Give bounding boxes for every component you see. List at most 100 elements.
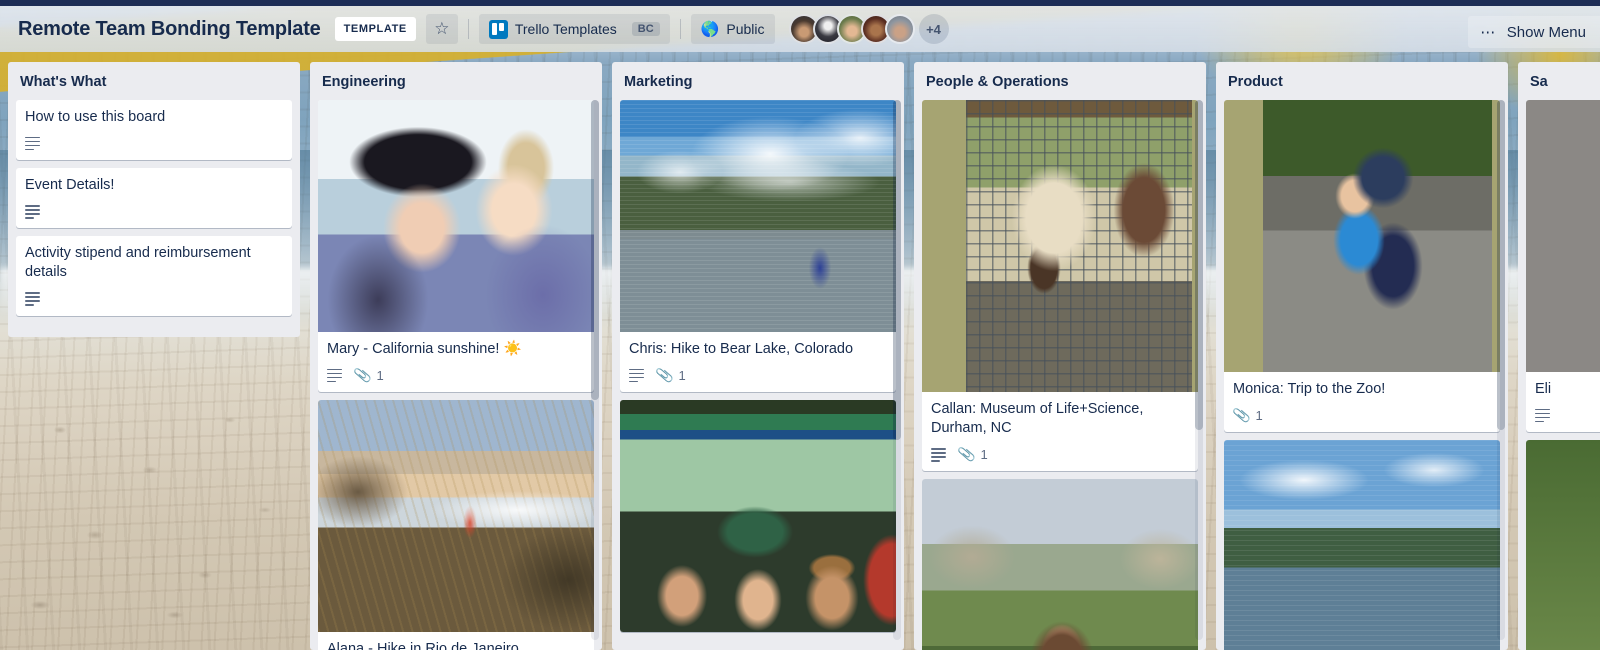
description-badge xyxy=(327,368,342,383)
list-product: Product Monica: Trip to the Zoo! 📎 1 xyxy=(1216,62,1508,650)
description-badge xyxy=(25,292,40,306)
card[interactable]: Monica: Trip to the Zoo! 📎 1 xyxy=(1224,100,1500,433)
list-title[interactable]: Engineering xyxy=(310,62,602,100)
visibility-button[interactable]: 🌎 Public xyxy=(690,14,775,44)
list-scrollbar[interactable] xyxy=(893,100,901,640)
list-cards: Chris: Hike to Bear Lake, Colorado 📎 1 xyxy=(612,100,904,650)
card-body: Activity stipend and reimbursement detai… xyxy=(16,236,292,315)
card[interactable] xyxy=(1224,440,1500,650)
workspace-badge: BC xyxy=(631,22,660,36)
card-badges: 📎 1 xyxy=(931,445,1189,464)
card-title: Eli xyxy=(1535,381,1552,397)
card-cover-image xyxy=(922,479,1198,650)
card[interactable] xyxy=(620,400,896,633)
attachment-badge: 📎 1 xyxy=(1231,405,1263,425)
card-badges: 📎 1 xyxy=(327,366,585,385)
description-badge xyxy=(1535,408,1550,423)
member-avatars: +4 xyxy=(788,14,949,44)
attachment-badge: 📎 1 xyxy=(654,365,686,385)
attachment-count: 1 xyxy=(980,447,988,463)
paperclip-icon: 📎 xyxy=(352,365,373,385)
show-menu-label: Show Menu xyxy=(1506,23,1586,41)
card-title: Chris: Hike to Bear Lake, Colorado xyxy=(629,341,854,357)
template-badge: TEMPLATE xyxy=(334,17,416,41)
card-body: How to use this board xyxy=(16,100,292,160)
card-title: Monica: Trip to the Zoo! xyxy=(1233,381,1386,397)
list-cards: Eli xyxy=(1518,100,1600,650)
board-lists-container: What's What How to use this board Event … xyxy=(0,62,1600,650)
card-title: Activity stipend and reimbursement detai… xyxy=(25,245,251,281)
header-divider-2 xyxy=(679,19,681,39)
list-title[interactable]: Product xyxy=(1216,62,1508,100)
list-cards: Monica: Trip to the Zoo! 📎 1 xyxy=(1216,100,1508,650)
attachment-count: 1 xyxy=(678,368,686,384)
description-badge xyxy=(629,368,644,383)
card-badges: 📎 1 xyxy=(1231,405,1491,425)
paperclip-icon: 📎 xyxy=(1231,405,1252,425)
card-badges xyxy=(25,134,283,153)
paperclip-icon: 📎 xyxy=(956,445,977,464)
show-menu-button[interactable]: ⋯ Show Menu xyxy=(1468,16,1600,48)
card-cover-image xyxy=(620,100,896,332)
list-title[interactable]: What's What xyxy=(8,62,300,100)
card-title: Event Details! xyxy=(25,177,115,194)
card-body: Monica: Trip to the Zoo! 📎 1 xyxy=(1224,372,1500,432)
card[interactable]: How to use this board xyxy=(16,100,292,161)
list-cards: How to use this board Event Details! Act… xyxy=(8,100,300,337)
list-whats-what: What's What How to use this board Event … xyxy=(8,62,300,337)
card-cover-image xyxy=(1224,100,1500,372)
card-cover-image xyxy=(318,400,594,633)
card[interactable] xyxy=(1526,440,1600,650)
list-scrollbar[interactable] xyxy=(1195,100,1203,640)
description-badge xyxy=(25,204,40,219)
card-cover-image xyxy=(922,100,1198,392)
globe-icon: 🌎 xyxy=(700,21,720,38)
paperclip-icon: 📎 xyxy=(654,365,675,385)
ellipsis-icon: ⋯ xyxy=(1480,24,1497,41)
avatar-overflow-count[interactable]: +4 xyxy=(918,14,949,44)
attachment-count: 1 xyxy=(1255,408,1263,424)
card[interactable] xyxy=(922,479,1198,650)
workspace-button[interactable]: Trello Templates BC xyxy=(478,14,670,44)
header-divider xyxy=(467,19,469,39)
list-title[interactable]: Sa xyxy=(1518,62,1600,100)
card-cover-image xyxy=(620,400,896,633)
list-people-and-operations: People & Operations Callan: Museum of Li… xyxy=(914,62,1206,650)
card-cover-image xyxy=(1526,440,1600,650)
list-title[interactable]: Marketing xyxy=(612,62,904,100)
card[interactable]: Alana - Hike in Rio de Janeiro xyxy=(318,400,594,650)
card-title: Callan: Museum of Life+Science, Durham, … xyxy=(931,401,1144,437)
list-engineering: Engineering Mary - California sunshine! … xyxy=(310,62,602,650)
attachment-badge: 📎 1 xyxy=(352,365,384,385)
card-badges xyxy=(1535,406,1600,425)
card-body: Eli xyxy=(1526,372,1600,432)
card-cover-image xyxy=(1224,440,1500,650)
card[interactable]: Chris: Hike to Bear Lake, Colorado 📎 1 xyxy=(620,100,896,393)
avatar[interactable] xyxy=(884,14,915,44)
list-title[interactable]: People & Operations xyxy=(914,62,1206,100)
card-title: Alana - Hike in Rio de Janeiro xyxy=(327,641,519,650)
list-scrollbar[interactable] xyxy=(591,100,599,640)
description-icon xyxy=(25,292,40,306)
card-cover-image xyxy=(1526,100,1600,372)
board-title: Remote Team Bonding Template xyxy=(18,17,321,40)
trello-logo-icon xyxy=(488,19,508,39)
card[interactable]: Callan: Museum of Life+Science, Durham, … xyxy=(922,100,1198,472)
star-icon[interactable]: ☆ xyxy=(425,14,458,44)
workspace-name: Trello Templates xyxy=(514,21,617,37)
card[interactable]: Mary - California sunshine! ☀️ 📎 1 xyxy=(318,100,594,393)
card-title: Mary - California sunshine! ☀️ xyxy=(327,341,522,357)
card[interactable]: Activity stipend and reimbursement detai… xyxy=(16,236,292,316)
card-title: How to use this board xyxy=(25,109,166,125)
description-badge xyxy=(25,136,40,151)
card-badges xyxy=(25,202,283,221)
card[interactable]: Eli xyxy=(1526,100,1600,433)
description-icon xyxy=(629,368,644,383)
list-scrollbar[interactable] xyxy=(1497,100,1505,640)
description-icon xyxy=(327,368,342,383)
description-icon xyxy=(25,136,40,151)
board-header: Remote Team Bonding Template TEMPLATE ☆ … xyxy=(0,6,1600,52)
attachment-badge: 📎 1 xyxy=(956,445,988,464)
card[interactable]: Event Details! xyxy=(16,168,292,229)
card-badges: 📎 1 xyxy=(629,366,887,385)
